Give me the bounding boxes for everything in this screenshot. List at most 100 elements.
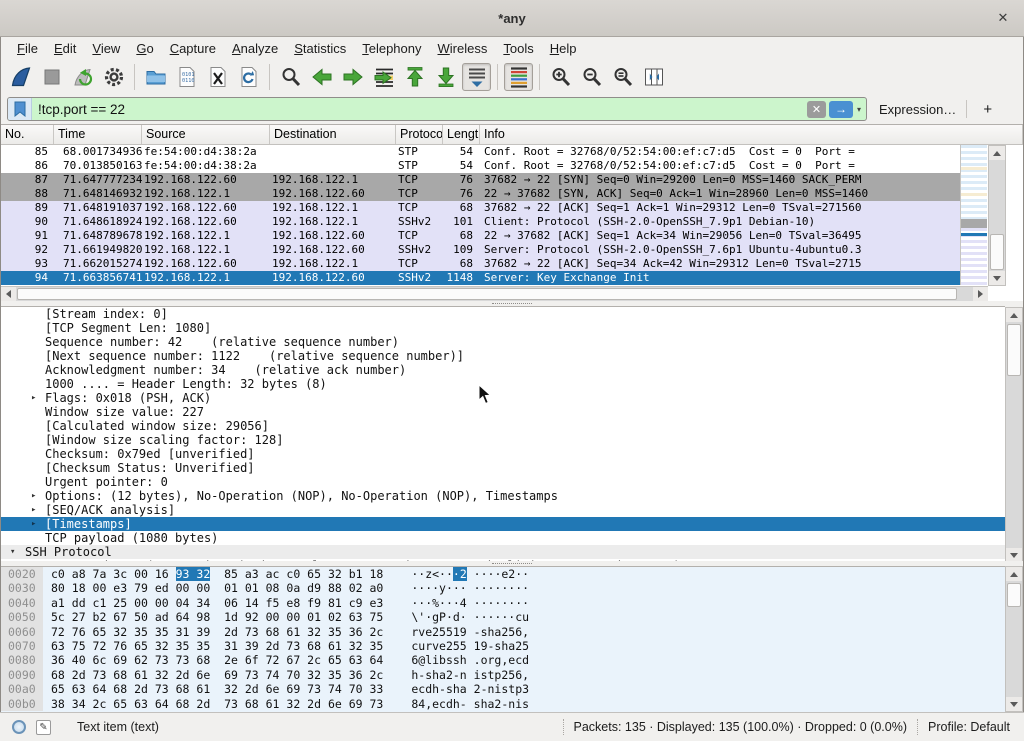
menu-capture[interactable]: Capture xyxy=(162,39,224,58)
menu-go[interactable]: Go xyxy=(128,39,161,58)
hex-row-0020[interactable]: 0020c0 a8 7a 3c 00 16 93 32 85 a3 ac c0 … xyxy=(1,567,1005,581)
packet-list-hscrollbar[interactable] xyxy=(1,286,988,301)
packet-row-93[interactable]: 9371.662015274192.168.122.60192.168.122.… xyxy=(1,257,960,271)
filter-apply-button[interactable]: → xyxy=(829,101,853,118)
details-vscrollbar[interactable] xyxy=(1005,307,1023,563)
save-capture-file-button[interactable]: 01010110 xyxy=(172,63,201,91)
packet-row-90[interactable]: 9071.648618924192.168.122.60192.168.122.… xyxy=(1,215,960,229)
menu-analyze[interactable]: Analyze xyxy=(224,39,286,58)
packet-row-91[interactable]: 9171.648789678192.168.122.1192.168.122.6… xyxy=(1,229,960,243)
start-capture-button[interactable] xyxy=(6,63,35,91)
detail-line-13[interactable]: ▸Options: (12 bytes), No-Operation (NOP)… xyxy=(1,489,1005,503)
packet-row-92[interactable]: 9271.661949820192.168.122.1192.168.122.6… xyxy=(1,243,960,257)
hex-ascii[interactable]: 84,ecdh- sha2-nis xyxy=(411,697,529,711)
detail-line-3[interactable]: [Next sequence number: 1122 (relative se… xyxy=(1,349,1005,363)
reload-capture-file-button[interactable] xyxy=(234,63,263,91)
hex-row-00b0[interactable]: 00b038 34 2c 65 63 64 68 2d 73 68 61 32 … xyxy=(1,697,1005,711)
zoom-in-button[interactable] xyxy=(546,63,575,91)
zoom-100-button[interactable] xyxy=(608,63,637,91)
hex-ascii[interactable]: ···%···4 ········ xyxy=(411,596,529,610)
zoom-out-button[interactable] xyxy=(577,63,606,91)
detail-line-2[interactable]: Sequence number: 42 (relative sequence n… xyxy=(1,335,1005,349)
expander-closed-icon[interactable]: ▸ xyxy=(31,489,36,503)
filter-dropdown-caret[interactable]: ▾ xyxy=(856,105,866,114)
column-header-source[interactable]: Source xyxy=(142,125,270,144)
scroll-thumb[interactable] xyxy=(17,288,957,300)
go-to-last-packet-button[interactable] xyxy=(431,63,460,91)
detail-line-12[interactable]: Urgent pointer: 0 xyxy=(1,475,1005,489)
expression-button[interactable]: Expression… xyxy=(879,102,956,117)
scroll-up-button[interactable] xyxy=(1006,308,1022,322)
hex-row-0080[interactable]: 008036 40 6c 69 62 73 73 68 2e 6f 72 67 … xyxy=(1,653,1005,667)
detail-line-15[interactable]: ▸[Timestamps] xyxy=(1,517,1005,531)
hex-bytes[interactable]: c0 a8 7a 3c 00 16 93 32 85 a3 ac c0 65 3… xyxy=(51,567,383,581)
filter-clear-button[interactable]: ✕ xyxy=(807,101,826,118)
hex-bytes[interactable]: a1 dd c1 25 00 00 04 34 06 14 f5 e8 f9 8… xyxy=(51,596,383,610)
go-to-packet-button[interactable] xyxy=(369,63,398,91)
hex-row-0040[interactable]: 0040a1 dd c1 25 00 00 04 34 06 14 f5 e8 … xyxy=(1,596,1005,610)
column-header-protocol[interactable]: Protocol xyxy=(396,125,443,144)
expander-open-icon[interactable]: ▾ xyxy=(10,545,15,559)
scroll-right-button[interactable] xyxy=(973,287,988,301)
hex-row-00a0[interactable]: 00a065 63 64 68 2d 73 68 61 32 2d 6e 69 … xyxy=(1,682,1005,696)
close-capture-file-button[interactable] xyxy=(203,63,232,91)
status-profile[interactable]: Profile: Default xyxy=(928,720,1010,734)
detail-line-14[interactable]: ▸[SEQ/ACK analysis] xyxy=(1,503,1005,517)
capture-comment-icon[interactable]: ✎ xyxy=(36,720,51,735)
detail-line-11[interactable]: [Checksum Status: Unverified] xyxy=(1,461,1005,475)
menu-statistics[interactable]: Statistics xyxy=(286,39,354,58)
hex-ascii[interactable]: curve255 19-sha25 xyxy=(411,639,529,653)
packet-row-85[interactable]: 8568.001734936fe:54:00:d4:38:2aSTP54Conf… xyxy=(1,145,960,159)
hex-ascii[interactable]: rve25519 -sha256, xyxy=(411,625,529,639)
detail-line-9[interactable]: [Window size scaling factor: 128] xyxy=(1,433,1005,447)
scroll-down-button[interactable] xyxy=(1006,548,1022,562)
menu-edit[interactable]: Edit xyxy=(46,39,84,58)
expander-closed-icon[interactable]: ▸ xyxy=(31,503,36,517)
detail-line-6[interactable]: ▸Flags: 0x018 (PSH, ACK) xyxy=(1,391,1005,405)
stop-capture-button[interactable] xyxy=(37,63,66,91)
packet-list-minimap[interactable] xyxy=(960,145,987,285)
auto-scroll-button[interactable] xyxy=(462,63,491,91)
hex-ascii[interactable]: ecdh-sha 2-nistp3 xyxy=(411,682,529,696)
menu-telephony[interactable]: Telephony xyxy=(354,39,429,58)
hex-ascii[interactable]: ····y··· ········ xyxy=(411,581,529,595)
detail-line-7[interactable]: Window size value: 227 xyxy=(1,405,1005,419)
detail-line-1[interactable]: [TCP Segment Len: 1080] xyxy=(1,321,1005,335)
packet-list-vscrollbar[interactable] xyxy=(988,145,1006,286)
hex-row-0070[interactable]: 007063 75 72 76 65 32 35 35 31 39 2d 73 … xyxy=(1,639,1005,653)
scroll-up-button[interactable] xyxy=(989,146,1005,160)
column-header-time[interactable]: Time xyxy=(54,125,142,144)
hex-bytes[interactable]: 38 34 2c 65 63 64 68 2d 73 68 61 32 2d 6… xyxy=(51,697,383,711)
hex-ascii[interactable]: \'·gP·d· ······cu xyxy=(411,610,529,624)
colorize-packets-button[interactable] xyxy=(504,63,533,91)
hex-bytes[interactable]: 63 75 72 76 65 32 35 35 31 39 2d 73 68 6… xyxy=(51,639,383,653)
packet-row-89[interactable]: 8971.648191037192.168.122.60192.168.122.… xyxy=(1,201,960,215)
resize-columns-button[interactable] xyxy=(639,63,668,91)
filter-bookmark-button[interactable] xyxy=(8,98,32,120)
go-to-first-packet-button[interactable] xyxy=(400,63,429,91)
column-header-info[interactable]: Info xyxy=(480,125,1023,144)
hex-ascii[interactable]: 6@libssh .org,ecd xyxy=(411,653,529,667)
find-packet-button[interactable] xyxy=(276,63,305,91)
expert-info-icon[interactable] xyxy=(12,720,26,734)
close-window-button[interactable]: ✕ xyxy=(994,9,1012,27)
column-header-length[interactable]: Length xyxy=(443,125,480,144)
menu-view[interactable]: View xyxy=(84,39,128,58)
detail-line-8[interactable]: [Calculated window size: 29056] xyxy=(1,419,1005,433)
bytes-vscrollbar[interactable] xyxy=(1005,566,1023,712)
scroll-thumb[interactable] xyxy=(1007,324,1021,376)
detail-line-17[interactable]: ▾SSH Protocol xyxy=(1,545,1005,559)
add-filter-button[interactable]: + xyxy=(977,101,998,118)
scroll-thumb[interactable] xyxy=(990,234,1004,270)
menu-file[interactable]: File xyxy=(9,39,46,58)
menu-help[interactable]: Help xyxy=(542,39,585,58)
scroll-left-button[interactable] xyxy=(1,287,16,301)
scroll-thumb[interactable] xyxy=(1007,583,1021,607)
hex-bytes[interactable]: 72 76 65 32 35 35 31 39 2d 73 68 61 32 3… xyxy=(51,625,383,639)
restart-capture-button[interactable] xyxy=(68,63,97,91)
packet-row-86[interactable]: 8670.013850163fe:54:00:d4:38:2aSTP54Conf… xyxy=(1,159,960,173)
menu-tools[interactable]: Tools xyxy=(495,39,541,58)
hex-bytes[interactable]: 80 18 00 e3 79 ed 00 00 01 01 08 0a d9 8… xyxy=(51,581,383,595)
detail-line-5[interactable]: 1000 .... = Header Length: 32 bytes (8) xyxy=(1,377,1005,391)
go-forward-button[interactable] xyxy=(338,63,367,91)
